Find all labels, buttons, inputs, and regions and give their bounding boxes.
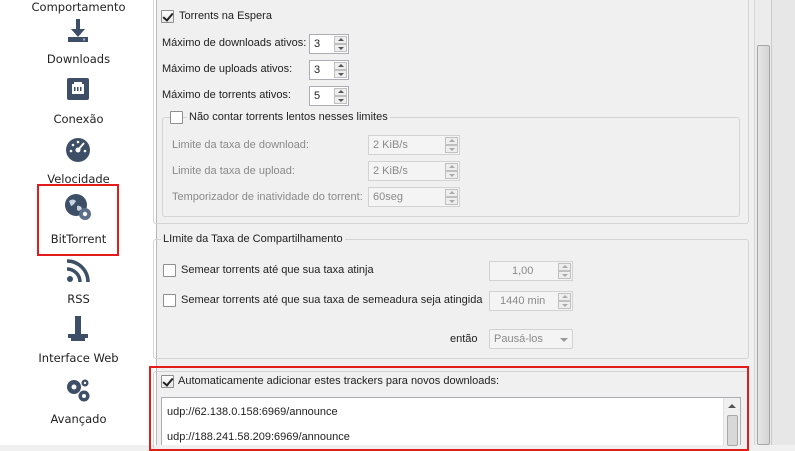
sidebar-item-conexao[interactable]: Conexão [0,72,157,132]
spin-down-button[interactable] [334,70,347,78]
sidebar-item-bittorrent[interactable]: BitTorrent [0,190,157,250]
spinbox-value: 5 [314,90,321,102]
spin-up-button[interactable] [558,263,571,271]
max-torrents-label: Máximo de torrents ativos: [162,89,291,101]
spin-up-button[interactable] [334,88,347,96]
spin-down-button[interactable] [445,145,458,153]
queue-enabled-label: Torrents na Espera [179,10,272,22]
slow-torrents-checkbox[interactable] [170,111,183,124]
max-downloads-spinbox[interactable]: 3 [309,34,349,54]
spin-down-button[interactable] [334,96,347,104]
slow-inactivity-label: Temporizador de inatividade do torrent: [172,191,363,203]
sidebar-item-interface-web[interactable]: Interface Web [0,313,157,373]
slow-download-rate-label: Limite da taxa de download: [172,139,309,151]
spin-up-button[interactable] [445,189,458,197]
sidebar-item-label: BitTorrent [50,232,107,246]
spin-up-button[interactable] [334,62,347,70]
panel-scrollbar[interactable] [754,0,771,445]
spin-down-button[interactable] [445,171,458,179]
then-action-select[interactable]: Pausá-los [489,329,573,349]
seed-ratio-spinbox[interactable]: 1,00 [489,261,573,281]
spinbox-value: 60seg [373,191,403,203]
select-value: Pausá-los [494,333,543,345]
share-limit-title: LImite da Taxa de Compartilhamento [161,233,345,245]
queue-enabled-checkbox[interactable] [161,10,174,23]
sidebar-item-downloads[interactable]: Downloads [0,12,157,72]
max-uploads-spinbox[interactable]: 3 [309,60,349,80]
spinbox-value: 3 [314,64,321,76]
slow-upload-rate-spinbox[interactable]: 2 KiB/s [368,161,460,181]
sidebar-item-label: Downloads [46,52,111,66]
slow-upload-rate-label: Limite da taxa de upload: [172,165,295,177]
sidebar-item-label: Conexão [53,112,104,126]
window-edge [771,0,795,445]
scroll-thumb[interactable] [757,45,770,445]
then-label: então [450,333,478,345]
spin-down-button[interactable] [558,301,571,309]
slow-download-rate-spinbox[interactable]: 2 KiB/s [368,135,460,155]
sidebar-item-label: Velocidade [47,172,110,186]
gears-icon [67,379,90,402]
slow-torrents-label: Não contar torrents lentos nesses limite… [187,111,390,123]
spin-down-button[interactable] [445,197,458,205]
sidebar-item-velocidade[interactable]: Velocidade [0,132,157,192]
slow-inactivity-spinbox[interactable]: 60seg [368,187,460,207]
max-uploads-label: Máximo de uploads ativos: [162,63,293,75]
trackers-highlight [149,366,749,451]
seed-time-spinbox[interactable]: 1440 min [489,291,573,311]
rss-icon [66,259,90,283]
seed-ratio-label: Semear torrents até que sua taxa atinja [181,264,374,276]
seed-time-checkbox[interactable] [163,294,176,307]
spin-up-button[interactable] [558,293,571,301]
sidebar-item-rss[interactable]: RSS [0,255,157,315]
spin-down-button[interactable] [558,271,571,279]
seed-time-label: Semear torrents até que sua taxa de seme… [181,294,483,306]
web-interface-icon [68,316,88,341]
globe-gear-icon [65,194,91,220]
sidebar-item-label: Avançado [50,412,107,426]
max-downloads-label: Máximo de downloads ativos: [162,37,307,49]
spin-down-button[interactable] [334,44,347,52]
spin-up-button[interactable] [445,163,458,171]
download-arrow-icon [68,19,88,42]
spinbox-value: 2 KiB/s [373,139,408,151]
sidebar-item-label: RSS [67,292,90,306]
speedometer-icon [66,138,90,162]
settings-sidebar: Comportamento Downloads Conexão Velocida… [0,0,157,445]
spinbox-value: 1440 min [500,295,546,307]
spin-up-button[interactable] [334,36,347,44]
sidebar-item-avancado[interactable]: Avançado [0,373,157,433]
network-port-icon [67,78,89,100]
spinbox-value: 3 [314,38,321,50]
max-torrents-spinbox[interactable]: 5 [309,86,349,106]
spinbox-value: 1,00 [512,265,534,277]
chevron-down-icon [560,338,568,342]
spinbox-value: 2 KiB/s [373,165,408,177]
spin-up-button[interactable] [445,137,458,145]
seed-ratio-checkbox[interactable] [163,264,176,277]
sidebar-item-label: Interface Web [38,351,119,365]
